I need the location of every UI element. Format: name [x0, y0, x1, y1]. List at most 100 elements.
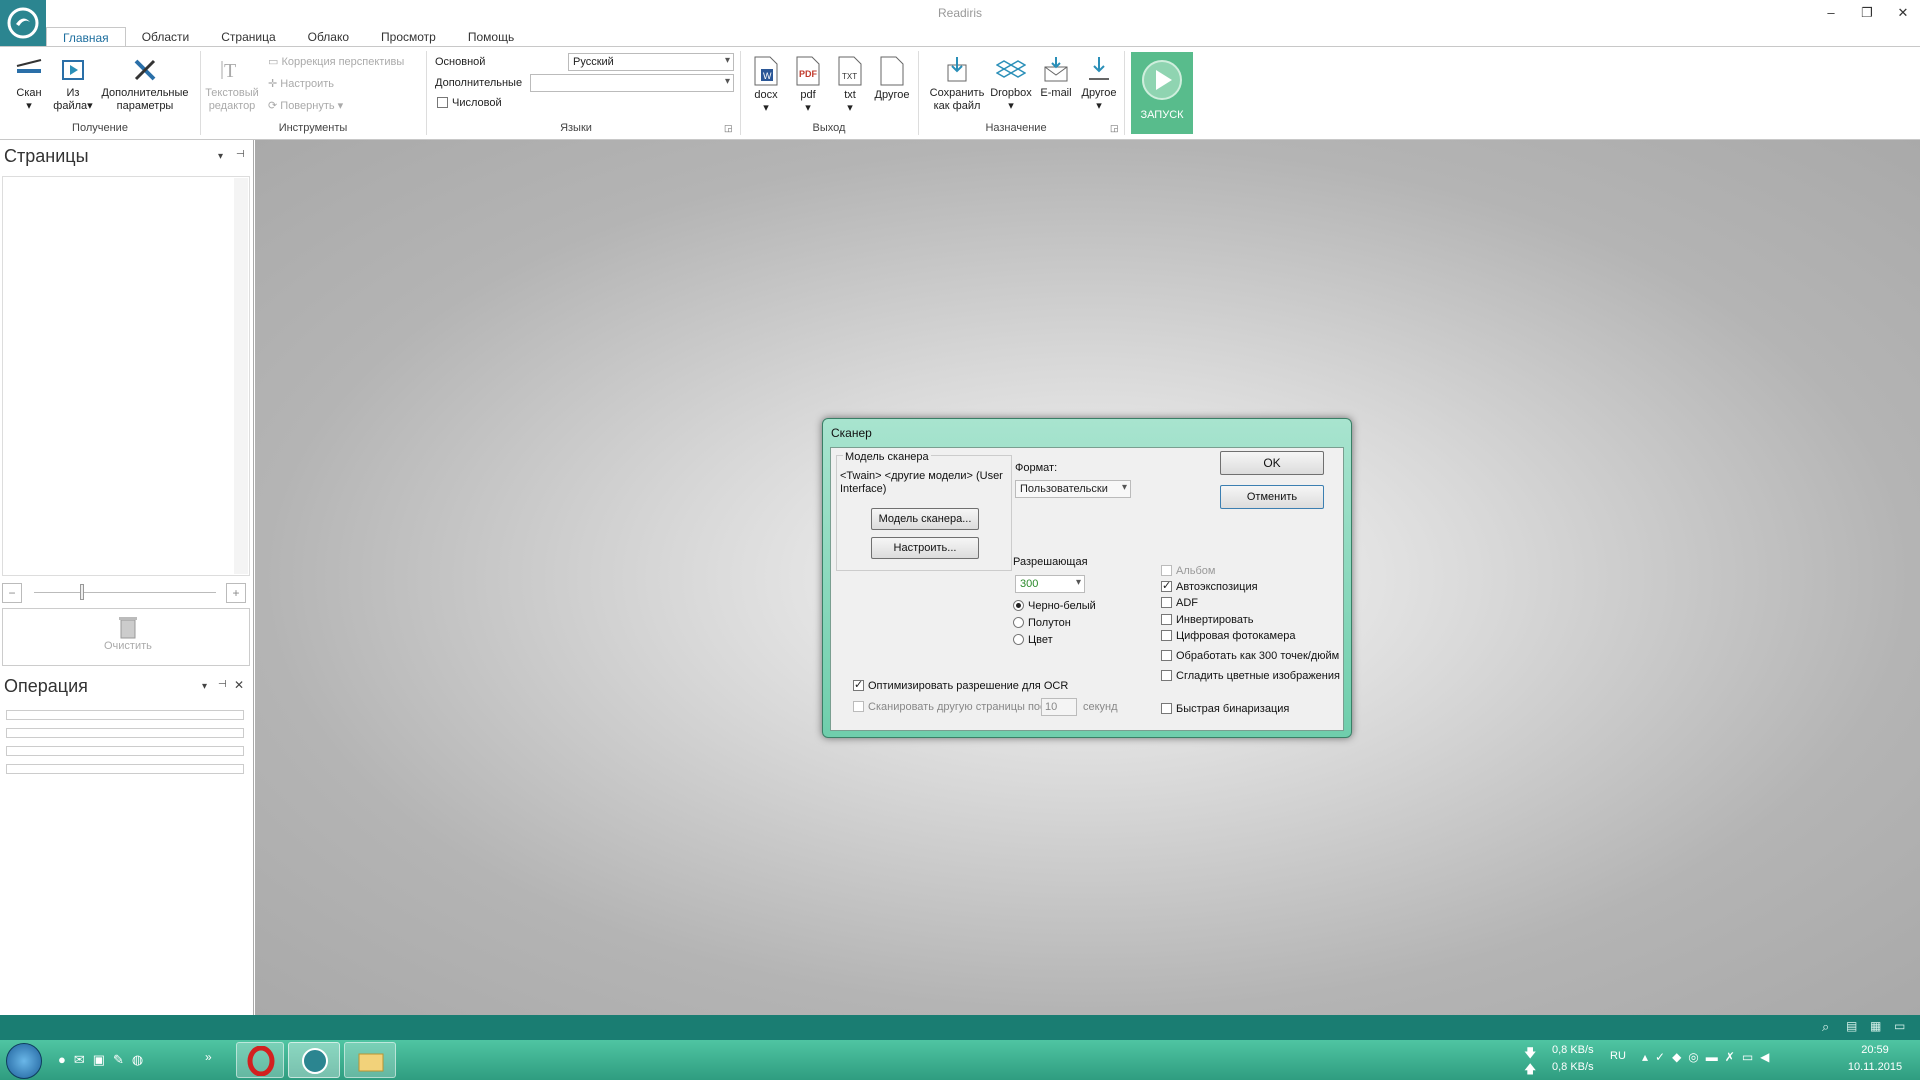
- smooth-color-check[interactable]: [1161, 670, 1172, 681]
- extra-language-select[interactable]: [530, 74, 734, 92]
- scanner-setup-button[interactable]: Настроить...: [871, 537, 979, 559]
- scan-other-page-checkbox[interactable]: Сканировать другую страницы посл: [853, 701, 1052, 713]
- from-file-button[interactable]: Из файла▾: [50, 55, 96, 113]
- digital-camera-checkbox[interactable]: Цифровая фотокамера: [1161, 630, 1295, 642]
- minimize-button[interactable]: –: [1818, 4, 1844, 22]
- pages-scrollbar[interactable]: [234, 178, 248, 574]
- numeric-check[interactable]: [437, 97, 448, 108]
- process-300dpi-check[interactable]: [1161, 650, 1172, 661]
- close-button[interactable]: ✕: [1890, 4, 1916, 22]
- txt-button[interactable]: TXT txt ▾: [832, 55, 868, 115]
- operation-row: [6, 728, 244, 738]
- language-indicator[interactable]: RU: [1610, 1050, 1626, 1062]
- save-as-file-label: Сохранить как файл: [929, 87, 985, 112]
- album-checkbox[interactable]: Альбом: [1161, 565, 1215, 577]
- ok-button[interactable]: OK: [1220, 451, 1324, 475]
- zoom-out-button[interactable]: −: [2, 583, 22, 603]
- taskbar-opera[interactable]: [236, 1042, 284, 1078]
- cancel-button[interactable]: Отменить: [1220, 485, 1324, 509]
- seconds-spinner[interactable]: 10: [1041, 698, 1077, 716]
- zoom-in-button[interactable]: +: [226, 583, 246, 603]
- scan-other-page-label: Сканировать другую страницы посл: [868, 701, 1052, 713]
- panel-menu-icon[interactable]: ▾: [218, 151, 223, 162]
- optimize-ocr-checkbox[interactable]: Оптимизировать разрешение для OCR: [853, 678, 1068, 692]
- output-other-button[interactable]: Другое: [870, 55, 914, 102]
- smooth-color-checkbox[interactable]: Сгладить цветные изображения: [1161, 670, 1340, 682]
- dropbox-button[interactable]: Dropbox ▾: [986, 55, 1036, 113]
- text-editor-button[interactable]: T Текстовый редактор: [204, 55, 260, 113]
- tab-view[interactable]: Просмотр: [365, 27, 452, 47]
- scanner-model-button[interactable]: Модель сканера...: [871, 508, 979, 530]
- tab-help[interactable]: Помощь: [452, 27, 530, 47]
- rotate-button[interactable]: ⟳ Повернуть ▾: [268, 99, 343, 112]
- zoom-slider-thumb[interactable]: [80, 584, 84, 600]
- mode-color-radio-dot[interactable]: [1013, 634, 1024, 645]
- ops-close-icon[interactable]: ✕: [234, 678, 244, 692]
- advanced-params-button[interactable]: Дополнительные параметры: [98, 55, 192, 113]
- mode-bw-radio-dot[interactable]: [1013, 600, 1024, 611]
- autoexposure-check[interactable]: [1161, 579, 1172, 592]
- run-button[interactable]: ЗАПУСК: [1131, 52, 1193, 134]
- fast-binarization-checkbox[interactable]: Быстрая бинаризация: [1161, 703, 1289, 715]
- album-check[interactable]: [1161, 565, 1172, 576]
- view-icon[interactable]: ▤: [1846, 1019, 1857, 1033]
- mode-color-radio[interactable]: Цвет: [1013, 634, 1053, 646]
- mode-gray-radio[interactable]: Полутон: [1013, 617, 1071, 629]
- clock-date[interactable]: 10.11.2015: [1834, 1061, 1916, 1073]
- invert-check[interactable]: [1161, 614, 1172, 625]
- clear-button[interactable]: Очистить: [104, 614, 152, 652]
- tab-home[interactable]: Главная: [46, 27, 126, 47]
- mode-gray-radio-dot[interactable]: [1013, 617, 1024, 628]
- quick-launch-icons[interactable]: ●✉▣✎◍: [58, 1052, 151, 1068]
- numeric-checkbox[interactable]: Числовой: [437, 97, 502, 109]
- email-button[interactable]: E-mail: [1036, 55, 1076, 100]
- autoexposure-checkbox[interactable]: Автоэкспозиция: [1161, 579, 1258, 593]
- ops-pin-icon[interactable]: ⊣: [218, 679, 227, 690]
- clock-time[interactable]: 20:59: [1840, 1044, 1910, 1056]
- destination-other-button[interactable]: Другое ▾: [1078, 55, 1120, 113]
- tab-cloud[interactable]: Облако: [292, 27, 365, 47]
- pdf-button[interactable]: PDF pdf ▾: [790, 55, 826, 115]
- taskbar-explorer[interactable]: [344, 1042, 396, 1078]
- fast-binarization-check[interactable]: [1161, 703, 1172, 714]
- format-select[interactable]: Пользовательски: [1015, 480, 1131, 498]
- page-icon[interactable]: ▭: [1894, 1019, 1905, 1033]
- tray-icons[interactable]: ▴✓◆◎▬✗▭◀: [1642, 1050, 1776, 1064]
- mode-color-label: Цвет: [1028, 634, 1053, 646]
- start-button[interactable]: [6, 1043, 42, 1079]
- languages-expand-icon[interactable]: ◲: [724, 123, 733, 134]
- tab-areas[interactable]: Области: [126, 27, 206, 47]
- pin-icon[interactable]: ⊣: [236, 149, 245, 160]
- optimize-ocr-check[interactable]: [853, 678, 864, 691]
- docx-icon: W: [754, 56, 778, 86]
- taskbar-readiris[interactable]: [288, 1042, 340, 1078]
- adf-check[interactable]: [1161, 597, 1172, 608]
- dropbox-icon: [996, 60, 1026, 78]
- docx-button[interactable]: W docx ▾: [748, 55, 784, 115]
- invert-checkbox[interactable]: Инвертировать: [1161, 614, 1253, 626]
- app-logo-icon[interactable]: [0, 0, 46, 46]
- quick-launch-more-icon[interactable]: »: [205, 1050, 212, 1064]
- process-300dpi-checkbox[interactable]: Обработать как 300 точек/дюйм: [1161, 650, 1339, 662]
- zoom-slider-track[interactable]: [34, 592, 216, 593]
- pages-list[interactable]: [2, 176, 250, 576]
- adjust-button[interactable]: ✛ Настроить: [268, 77, 334, 90]
- scan-other-page-check[interactable]: [853, 701, 864, 712]
- adf-checkbox[interactable]: ADF: [1161, 597, 1198, 609]
- tab-page[interactable]: Страница: [205, 27, 291, 47]
- run-label: ЗАПУСК: [1140, 109, 1184, 121]
- scan-button[interactable]: Скан ▾: [12, 55, 46, 113]
- ops-menu-icon[interactable]: ▾: [202, 681, 207, 692]
- save-as-file-button[interactable]: Сохранить как файл: [924, 55, 990, 113]
- search-icon[interactable]: ⌕: [1822, 1019, 1829, 1035]
- perspective-button[interactable]: ▭ Коррекция перспективы: [268, 55, 404, 68]
- destination-expand-icon[interactable]: ◲: [1110, 123, 1119, 134]
- digital-camera-check[interactable]: [1161, 630, 1172, 641]
- restore-button[interactable]: ❐: [1854, 4, 1880, 22]
- dropbox-label: Dropbox: [990, 87, 1032, 99]
- layout-icon[interactable]: ▦: [1870, 1019, 1881, 1033]
- main-language-select[interactable]: Русский: [568, 53, 734, 71]
- mode-bw-radio[interactable]: Черно-белый: [1013, 600, 1096, 612]
- download-icon: [1089, 57, 1109, 80]
- resolution-select[interactable]: 300: [1015, 575, 1085, 593]
